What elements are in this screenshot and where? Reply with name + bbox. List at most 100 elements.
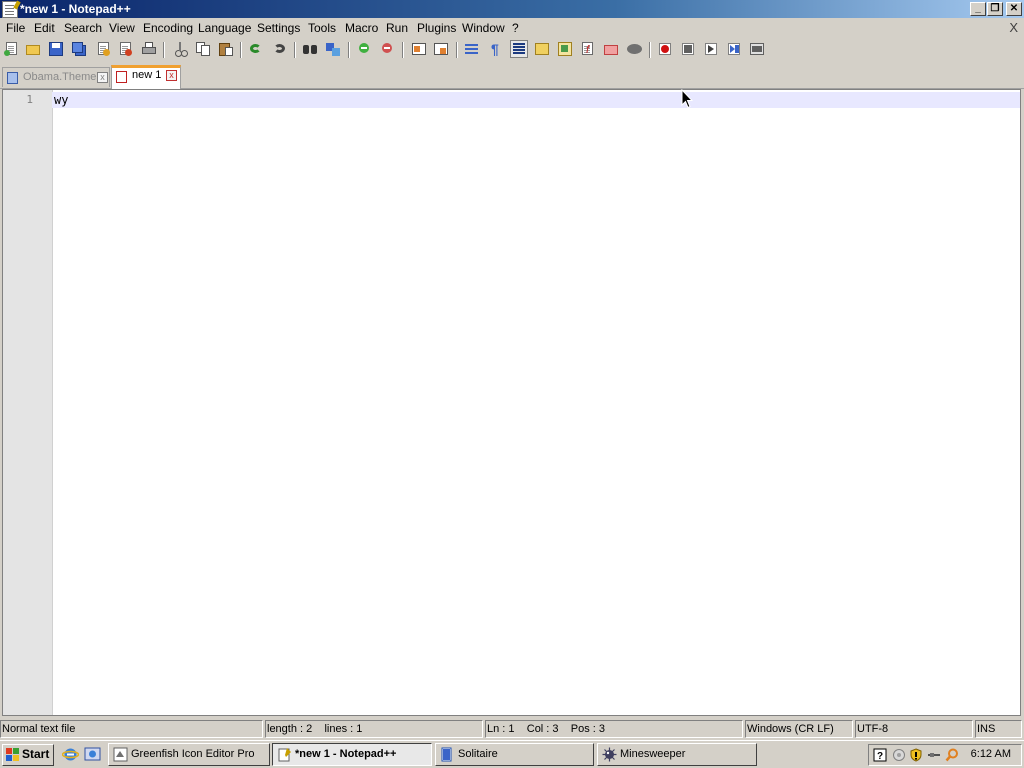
windows-flag-icon — [6, 748, 19, 761]
cut-icon[interactable] — [172, 41, 188, 57]
menu-tools[interactable]: Tools — [307, 21, 337, 35]
taskbar-clock[interactable]: 6:12 AM — [971, 748, 1011, 760]
menu-file[interactable]: File — [5, 21, 26, 35]
print-icon[interactable] — [141, 41, 157, 57]
security-shield-icon[interactable] — [909, 748, 923, 762]
save-icon[interactable] — [48, 41, 64, 57]
solitaire-app-icon — [441, 747, 452, 762]
toolbar: ¶ f — [0, 38, 1024, 62]
menu-view[interactable]: View — [108, 21, 136, 35]
tab-label: new 1 — [132, 69, 162, 81]
menu-window[interactable]: Window — [461, 21, 506, 35]
function-list-icon[interactable]: f — [580, 41, 596, 57]
help-icon[interactable]: ? — [873, 748, 887, 762]
taskbar-solitaire[interactable]: Solitaire — [435, 743, 594, 766]
status-eol-format[interactable]: Windows (CR LF) — [745, 720, 853, 738]
system-tray: ? 6:12 AM — [868, 744, 1022, 766]
word-wrap-icon[interactable] — [464, 41, 480, 57]
tab-close-icon[interactable]: x — [166, 70, 177, 81]
saved-file-icon — [7, 72, 18, 84]
sync-horizontal-icon[interactable] — [433, 41, 449, 57]
greenfish-app-icon — [113, 747, 128, 762]
taskbar-notepadpp[interactable]: *new 1 - Notepad++ — [272, 743, 432, 766]
show-desktop-icon[interactable] — [84, 746, 101, 763]
search-magnifier-icon[interactable] — [945, 748, 959, 762]
start-label: Start — [22, 747, 50, 761]
menu-run[interactable]: Run — [385, 21, 409, 35]
paste-icon[interactable] — [218, 41, 234, 57]
undo-icon[interactable] — [248, 41, 264, 57]
toolbar-separator — [348, 42, 350, 58]
redo-icon[interactable] — [272, 41, 288, 57]
user-defined-language-icon[interactable] — [534, 41, 550, 57]
menu-macro[interactable]: Macro — [344, 21, 379, 35]
zoom-in-icon[interactable] — [357, 41, 373, 57]
close-all-icon[interactable] — [118, 41, 134, 57]
tab-label: Obama.Theme — [23, 71, 97, 83]
taskbar-minesweeper[interactable]: Minesweeper — [597, 743, 757, 766]
folder-as-workspace-icon[interactable] — [603, 41, 619, 57]
taskbar-greenfish-icon-editor[interactable]: Greenfish Icon Editor Pro — [108, 743, 270, 766]
tab-bar: Obama.Theme x new 1 x — [0, 64, 1024, 89]
copy-icon[interactable] — [195, 41, 211, 57]
start-button[interactable]: Start — [2, 744, 54, 766]
status-encoding[interactable]: UTF-8 — [855, 720, 973, 738]
taskbar: Start Greenfish Icon Editor Pro *new 1 -… — [0, 740, 1024, 768]
save-macro-icon[interactable] — [749, 41, 765, 57]
title-bar[interactable]: *new 1 - Notepad++ _ ❐ ✕ — [0, 0, 1024, 18]
notepad-app-icon[interactable] — [2, 1, 18, 18]
playback-macro-icon[interactable] — [703, 41, 719, 57]
menu-settings[interactable]: Settings — [256, 21, 301, 35]
record-macro-icon[interactable] — [657, 41, 673, 57]
open-folder-icon[interactable] — [25, 41, 41, 57]
tab-close-icon[interactable]: x — [97, 72, 108, 83]
replace-icon[interactable] — [325, 41, 341, 57]
save-all-icon[interactable] — [71, 41, 87, 57]
menu-search[interactable]: Search — [63, 21, 103, 35]
status-insert-mode[interactable]: INS — [975, 720, 1022, 738]
zoom-out-icon[interactable] — [380, 41, 396, 57]
menu-language[interactable]: Language — [197, 21, 252, 35]
tab-new-1[interactable]: new 1 x — [111, 65, 181, 89]
menu-edit[interactable]: Edit — [33, 21, 56, 35]
text-editor[interactable]: 1 wy — [2, 89, 1021, 716]
toolbar-separator — [649, 42, 651, 58]
sync-vertical-icon[interactable] — [411, 41, 427, 57]
tab-obama-theme[interactable]: Obama.Theme x — [2, 67, 110, 87]
status-length-lines: length : 2 lines : 1 — [265, 720, 483, 738]
menu-plugins[interactable]: Plugins — [416, 21, 457, 35]
network-icon[interactable] — [892, 748, 906, 762]
minimize-button[interactable]: _ — [970, 2, 986, 16]
window-title: *new 1 - Notepad++ — [20, 2, 131, 16]
monitoring-icon[interactable] — [626, 41, 642, 57]
toolbar-separator — [456, 42, 458, 58]
indent-guide-icon[interactable] — [510, 40, 528, 58]
status-length-text: length : 2 lines : 1 — [267, 723, 363, 735]
toolbar-separator — [402, 42, 404, 58]
close-file-icon[interactable] — [96, 41, 112, 57]
status-position-text: Ln : 1 Col : 3 Pos : 3 — [487, 723, 606, 735]
unsaved-file-icon — [116, 71, 127, 83]
run-macro-multiple-icon[interactable] — [726, 41, 742, 57]
line-number-gutter: 1 — [3, 90, 53, 715]
status-bar: Normal text file length : 2 lines : 1 Ln… — [0, 718, 1024, 740]
menu-encoding[interactable]: Encoding — [142, 21, 194, 35]
toolbar-separator — [294, 42, 296, 58]
task-label: Solitaire — [458, 748, 498, 760]
new-file-icon[interactable] — [4, 41, 20, 57]
stop-recording-icon[interactable] — [680, 41, 696, 57]
close-document-button[interactable]: X — [1009, 20, 1018, 35]
notepadpp-app-icon — [278, 748, 291, 762]
menu-bar: File Edit Search View Encoding Language … — [0, 18, 1024, 38]
document-map-icon[interactable] — [557, 41, 573, 57]
editor-text[interactable]: wy — [54, 93, 68, 107]
restore-button[interactable]: ❐ — [987, 2, 1003, 16]
status-file-type: Normal text file — [0, 720, 263, 738]
show-all-characters-icon[interactable]: ¶ — [487, 41, 503, 57]
internet-explorer-icon[interactable] — [62, 746, 79, 763]
menu-help[interactable]: ? — [511, 21, 520, 35]
volume-icon[interactable] — [927, 748, 941, 762]
find-icon[interactable] — [302, 41, 318, 57]
status-cursor-position: Ln : 1 Col : 3 Pos : 3 — [485, 720, 743, 738]
close-window-button[interactable]: ✕ — [1006, 2, 1022, 16]
